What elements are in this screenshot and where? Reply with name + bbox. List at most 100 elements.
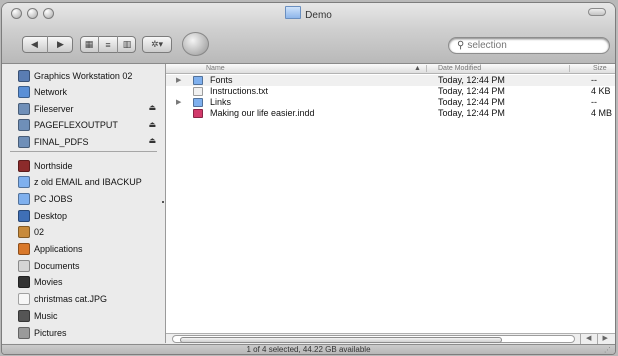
folder-icon [285, 6, 302, 19]
scroll-left-button[interactable]: ◀ [580, 334, 597, 344]
view-switcher: ▦ ≡ ▥ [80, 36, 136, 53]
icon-view-button[interactable]: ▦ [80, 36, 99, 53]
folder-icon [193, 76, 203, 85]
file-list: Name ▲ Date Modified Size ▶ Fonts Today, 1… [166, 64, 615, 333]
sidebar-item[interactable]: 02 [2, 225, 165, 240]
eject-icon[interactable]: ⏏ [148, 103, 156, 112]
eject-icon[interactable]: ⏏ [148, 120, 156, 129]
file-name: Making our life easier.indd [210, 108, 315, 118]
sidebar-item[interactable]: Movies [2, 275, 165, 290]
search-icon: ⚲ [457, 40, 465, 51]
indesign-file-icon [193, 109, 203, 118]
back-button[interactable]: ◀ [22, 36, 48, 53]
title-toolbar: Demo ◀ ▶ ▦ ≡ ▥ ✲▾ ⚲ [2, 3, 615, 64]
scroll-track[interactable] [172, 335, 575, 343]
sidebar-item[interactable]: Applications [2, 242, 165, 257]
sidebar-item[interactable]: Fileserver ⏏ [2, 101, 165, 116]
file-size: -- [591, 97, 597, 107]
sidebar-item[interactable]: Music [2, 308, 165, 323]
sidebar-item-label: PC JOBS [34, 193, 73, 204]
sidebar-item-label: Northside [34, 160, 73, 171]
folder-icon [193, 98, 203, 107]
window-title: Demo [2, 6, 615, 21]
desktop-icon [18, 209, 30, 222]
sidebar-item[interactable]: Documents [2, 258, 165, 273]
list-view-button[interactable]: ≡ [99, 36, 118, 53]
status-text: 1 of 4 selected, 44.22 GB available [246, 345, 371, 354]
sidebar-item-label: z old EMAIL and IBACKUP [34, 177, 142, 188]
folder-icon [18, 176, 30, 189]
sidebar-item-label: Desktop [34, 210, 68, 221]
column-header-date-modified[interactable]: Date Modified [438, 64, 481, 73]
movies-icon [18, 276, 30, 289]
folder-icon [18, 192, 30, 205]
scroll-right-button[interactable]: ▶ [596, 334, 614, 344]
globe-icon [18, 86, 30, 98]
sidebar-item[interactable]: Pictures [2, 325, 165, 340]
sidebar-item[interactable]: Graphics Workstation 02 [2, 68, 165, 83]
toolbar-toggle-button[interactable] [588, 8, 606, 16]
server-icon [18, 119, 30, 131]
scroll-thumb[interactable] [180, 337, 502, 343]
action-menu-button[interactable]: ✲▾ [142, 36, 172, 53]
sidebar-item-label: Applications [34, 244, 83, 254]
sidebar-item[interactable]: PAGEFLEXOUTPUT ⏏ [2, 118, 165, 133]
server-icon [18, 102, 30, 115]
sidebar-item-label: Graphics Workstation 02 [34, 70, 133, 81]
sidebar-item[interactable]: FINAL_PDFS ⏏ [2, 134, 165, 149]
file-date-modified: Today, 12:44 PM [438, 86, 505, 96]
disclosure-triangle-icon[interactable]: ▶ [176, 97, 181, 108]
computer-icon [18, 69, 30, 82]
sidebar-item[interactable]: PC JOBS [2, 191, 165, 206]
search-field[interactable]: ⚲ [449, 38, 609, 53]
search-input[interactable] [467, 40, 588, 51]
sidebar-item-label: Movies [34, 277, 63, 288]
column-header-name[interactable]: Name [206, 64, 225, 73]
file-date-modified: Today, 12:44 PM [438, 97, 505, 107]
finder-window: Demo ◀ ▶ ▦ ≡ ▥ ✲▾ ⚲ Graphics Workstation… [2, 3, 615, 354]
music-icon [18, 309, 30, 322]
sidebar-item-label: Music [34, 310, 58, 321]
sidebar: Graphics Workstation 02 Network Fileserver… [2, 64, 166, 343]
sidebar-item[interactable]: z old EMAIL and IBACKUP [2, 175, 165, 190]
table-row[interactable]: ▶ Links Today, 12:44 PM -- [166, 97, 615, 108]
sidebar-item-label: Pictures [34, 327, 67, 338]
sidebar-item[interactable]: Northside [2, 158, 165, 173]
sidebar-divider [10, 151, 157, 152]
column-header-size[interactable]: Size [593, 64, 607, 73]
home-icon [18, 226, 30, 239]
table-row[interactable]: ▶ Fonts Today, 12:44 PM -- [166, 75, 615, 86]
documents-icon [18, 259, 30, 272]
file-date-modified: Today, 12:44 PM [438, 108, 505, 118]
resize-grip-icon[interactable]: ⋰ [604, 346, 611, 354]
sidebar-item[interactable]: Desktop [2, 208, 165, 223]
gear-icon: ✲▾ [150, 39, 164, 49]
eject-icon[interactable]: ⏏ [148, 136, 156, 145]
table-row[interactable]: Making our life easier.indd Today, 12:44 … [166, 108, 615, 119]
list-header: Name ▲ Date Modified Size [166, 64, 615, 74]
sidebar-item-label: christmas cat.JPG [34, 294, 108, 305]
sidebar-item-label: Documents [34, 260, 80, 271]
sidebar-item[interactable]: christmas cat.JPG [2, 292, 165, 307]
column-divider[interactable] [569, 65, 570, 72]
sidebar-splitter[interactable] [162, 201, 164, 203]
server-icon [18, 135, 30, 148]
column-divider[interactable] [426, 65, 427, 72]
sidebar-item-label: Network [34, 87, 68, 97]
file-name: Instructions.txt [210, 86, 269, 96]
sort-ascending-icon: ▲ [414, 65, 421, 72]
file-name: Fonts [210, 75, 233, 85]
text-file-icon [193, 87, 203, 96]
sidebar-item-label: 02 [34, 227, 45, 238]
file-date-modified: Today, 12:44 PM [438, 75, 505, 85]
pictures-icon [18, 326, 30, 339]
burn-button[interactable] [182, 32, 209, 56]
table-row[interactable]: Instructions.txt Today, 12:44 PM 4 KB [166, 86, 615, 97]
disclosure-triangle-icon[interactable]: ▶ [176, 75, 181, 86]
forward-button[interactable]: ▶ [48, 36, 73, 53]
scroll-arrows: ◀ ▶ [580, 334, 613, 344]
sidebar-item[interactable]: Network [2, 85, 165, 100]
window-title-label: Demo [305, 10, 332, 21]
column-view-button[interactable]: ▥ [118, 36, 136, 53]
file-size: 4 KB [591, 86, 611, 96]
